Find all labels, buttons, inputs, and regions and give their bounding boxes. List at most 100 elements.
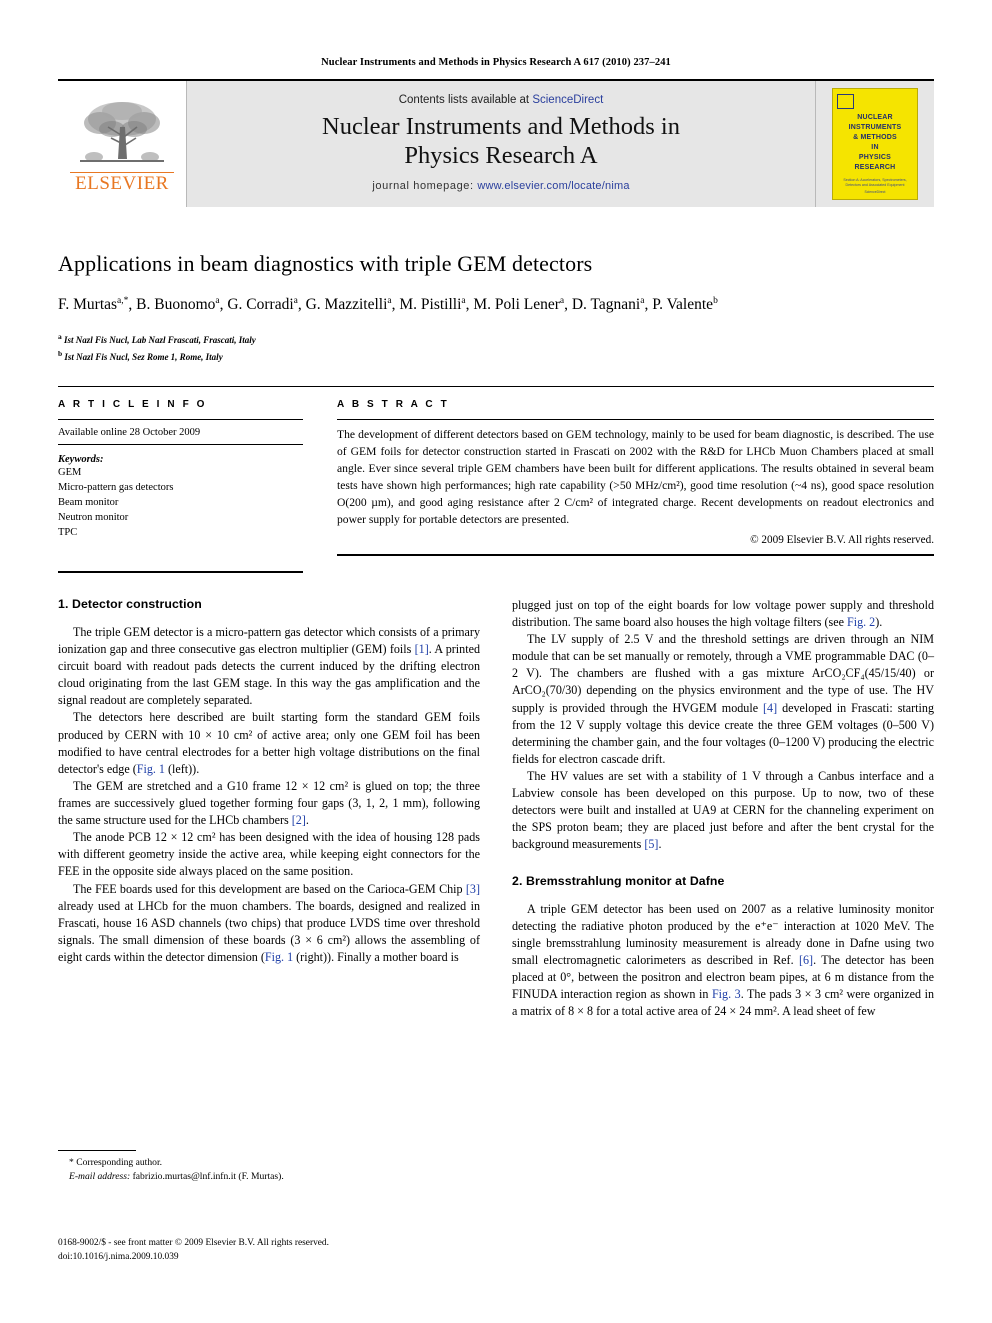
paragraph-1-4: The anode PCB 12 × 12 cm² has been desig…	[58, 830, 480, 879]
citation-link[interactable]: [1]	[415, 642, 429, 656]
publisher-logo: ELSEVIER	[58, 81, 186, 207]
author-6: D. Tagnania	[572, 296, 645, 313]
author-affil-mark: a,*	[117, 296, 129, 307]
affil-text-a: Ist Nazl Fis Nucl, Lab Nazl Frascati, Fr…	[64, 335, 256, 346]
keywords-label: Keywords:	[58, 454, 104, 466]
cover-title-line-4: PHYSICS	[858, 153, 892, 161]
running-head: Nuclear Instruments and Methods in Physi…	[321, 57, 671, 68]
keyword-3: Neutron monitor	[58, 512, 129, 524]
cover-title: NUCLEAR INSTRUMENTS & METHODS IN PHYSICS…	[837, 113, 913, 173]
citation-link[interactable]: [3]	[466, 882, 480, 896]
doi-line[interactable]: doi:10.1016/j.nima.2009.10.039	[58, 1250, 488, 1264]
body-columns: 1. Detector construction The triple GEM …	[58, 597, 934, 1020]
article-info-bottom-rule	[58, 570, 303, 573]
citation-link[interactable]: [5]	[644, 837, 658, 851]
page-title: Applications in beam diagnostics with tr…	[58, 251, 593, 276]
author-2: G. Corradia	[227, 296, 298, 313]
paragraph-1-2: The detectors here described are built s…	[58, 710, 480, 776]
cover-title-line-1: INSTRUMENTS	[848, 123, 902, 131]
citation-link[interactable]: [4]	[763, 701, 777, 715]
author-affil-mark: a	[461, 296, 466, 307]
author-affil-mark: a	[293, 296, 298, 307]
paper-page: Nuclear Instruments and Methods in Physi…	[0, 0, 992, 1323]
elsevier-tree-icon	[80, 102, 164, 163]
journal-cover-thumbnail[interactable]: NUCLEAR INSTRUMENTS & METHODS IN PHYSICS…	[816, 81, 934, 207]
figure-link[interactable]: Fig. 3	[712, 987, 741, 1001]
figure-link[interactable]: Fig. 1	[137, 762, 165, 776]
abstract-text: The development of different detectors b…	[337, 419, 934, 529]
citation-link[interactable]: [2]	[292, 813, 306, 827]
journal-cover: NUCLEAR INSTRUMENTS & METHODS IN PHYSICS…	[832, 88, 918, 200]
footer-identifiers: 0168-9002/$ - see front matter © 2009 El…	[58, 1236, 488, 1264]
paragraph-2-1: A triple GEM detector has been used on 2…	[512, 901, 934, 1019]
sciencedirect-link[interactable]: ScienceDirect	[532, 94, 603, 106]
keyword-1: Micro-pattern gas detectors	[58, 482, 174, 494]
figure-link[interactable]: Fig. 2	[847, 615, 875, 629]
abstract-column: A B S T R A C T The development of diffe…	[337, 399, 934, 573]
journal-masthead: ELSEVIER Contents lists available at Sci…	[58, 79, 934, 207]
author-name: M. Pistilli	[399, 296, 462, 314]
author-7: P. Valenteb	[652, 296, 718, 313]
figure-link[interactable]: Fig. 1	[265, 950, 293, 964]
article-info-heading: A R T I C L E I N F O	[58, 399, 208, 411]
title-block: Applications in beam diagnostics with tr…	[58, 251, 934, 364]
cover-badge-icon	[837, 94, 854, 109]
journal-title-line2: Physics Research A	[404, 142, 598, 169]
footnote-area: * Corresponding author. E-mail address: …	[58, 1150, 462, 1184]
keyword-4: TPC	[58, 527, 78, 539]
author-affil-mark: a	[215, 296, 220, 307]
cover-title-line-0: NUCLEAR	[857, 114, 893, 121]
author-4: M. Pistillia	[399, 296, 465, 313]
masthead-center: Contents lists available at ScienceDirec…	[186, 81, 816, 207]
author-3: G. Mazzitellia	[306, 296, 392, 313]
author-name: F. Murtas	[58, 296, 118, 314]
author-name: D. Tagnani	[571, 296, 641, 314]
keyword-0: GEM	[58, 467, 82, 479]
author-affil-mark: a	[559, 296, 565, 307]
affiliation-a: a Ist Nazl Fis Nucl, Lab Nazl Frascati, …	[58, 331, 934, 348]
journal-homepage-line: journal homepage: www.elsevier.com/locat…	[372, 180, 629, 192]
cover-title-line-5: RESEARCH	[854, 163, 896, 171]
contents-prefix: Contents lists available at	[398, 94, 533, 107]
keyword-2: Beam monitor	[58, 497, 119, 509]
paragraph-1-5: The FEE boards used for this development…	[58, 881, 480, 965]
journal-title-line1: Nuclear Instruments and Methods in	[322, 113, 680, 141]
cover-title-line-2: & METHODS	[853, 133, 897, 141]
available-online: Available online 28 October 2009	[58, 420, 303, 446]
info-abstract-block: A R T I C L E I N F O Available online 2…	[58, 386, 934, 573]
paragraph-1-1: The triple GEM detector is a micro-patte…	[58, 624, 480, 708]
citation-link[interactable]: [6]	[799, 953, 813, 967]
author-1: B. Buonomoa	[136, 296, 219, 313]
cover-footer: ScienceDirect	[864, 190, 886, 194]
footnote-email: E-mail address: fabrizio.murtas@lnf.infn…	[58, 1170, 462, 1184]
body-column-left: 1. Detector construction The triple GEM …	[58, 597, 480, 1020]
issn-line: 0168-9002/$ - see front matter © 2009 El…	[58, 1238, 329, 1248]
journal-homepage-link[interactable]: www.elsevier.com/locate/nima	[477, 180, 629, 192]
homepage-prefix: journal homepage:	[372, 179, 478, 192]
cover-subtitle-line-1: Detectors and Associated Equipment	[845, 182, 905, 187]
corresponding-author-text: Corresponding author.	[76, 1157, 163, 1168]
abstract-bottom-rule	[337, 553, 934, 556]
email-address[interactable]: fabrizio.murtas@lnf.infn.it (F. Murtas).	[133, 1171, 284, 1182]
journal-title: Nuclear Instruments and Methods in Physi…	[322, 113, 680, 171]
paragraph-1-6: plugged just on top of the eight boards …	[512, 597, 934, 630]
elsevier-logo: ELSEVIER	[70, 97, 174, 195]
footnote-rule	[58, 1150, 136, 1151]
cover-subtitle: Section A: Accelerators, Spectrometers, …	[837, 178, 913, 188]
author-0: F. Murtasa,*	[58, 296, 128, 313]
section-heading-2: 2. Bremsstrahlung monitor at Dafne	[512, 873, 725, 888]
author-affil-mark: b	[713, 296, 718, 307]
body-column-right: plugged just on top of the eight boards …	[512, 597, 934, 1020]
affil-mark-a: a	[58, 332, 62, 342]
author-name: B. Buonomo	[136, 296, 216, 314]
asterisk-icon: *	[69, 1157, 74, 1168]
author-list: F. Murtasa,*, B. Buonomoa, G. Corradia, …	[58, 296, 718, 314]
author-name: P. Valente	[652, 296, 714, 314]
footnote-corresponding: * Corresponding author.	[58, 1156, 462, 1170]
affil-text-b: Ist Nazl Fis Nucl, Sez Rome 1, Rome, Ita…	[64, 351, 223, 362]
abstract-heading: A B S T R A C T	[337, 399, 450, 411]
author-affil-mark: a	[640, 296, 645, 307]
paragraph-1-8: The HV values are set with a stability o…	[512, 769, 934, 852]
author-affil-mark: a	[387, 296, 392, 307]
author-name: G. Mazzitelli	[305, 296, 388, 314]
